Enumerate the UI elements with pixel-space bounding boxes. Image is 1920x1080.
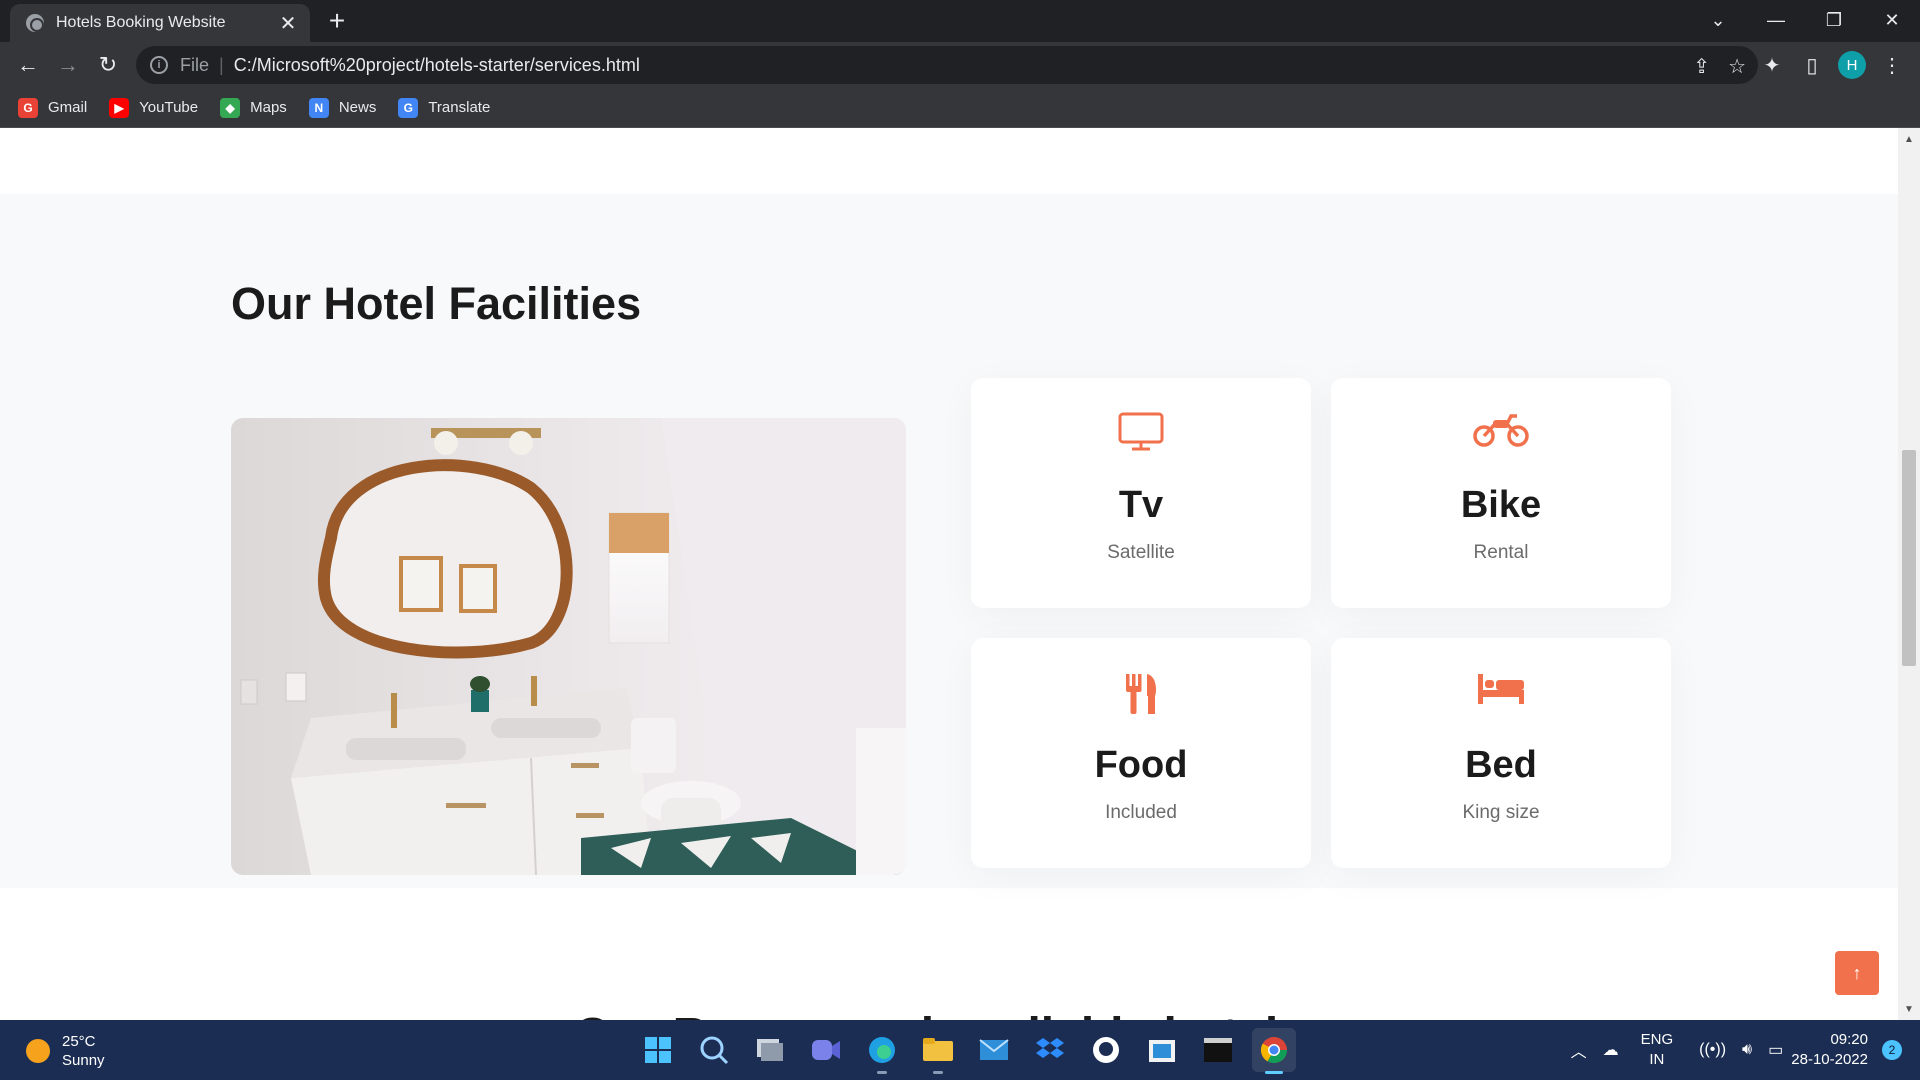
browser-tab[interactable]: Hotels Booking Website ✕ bbox=[10, 4, 310, 42]
bookmark-label: Gmail bbox=[48, 99, 88, 116]
facility-card-bed: Bed King size bbox=[1331, 638, 1671, 868]
bookmark-youtube[interactable]: ▶ YouTube bbox=[109, 97, 199, 118]
restore-button[interactable]: ❐ bbox=[1806, 0, 1862, 40]
language-indicator[interactable]: ENG IN bbox=[1641, 1030, 1674, 1070]
terminal-icon[interactable] bbox=[1196, 1028, 1240, 1072]
bookmark-star-icon[interactable]: ☆ bbox=[1728, 54, 1746, 79]
facility-subtitle: Satellite bbox=[1107, 542, 1175, 563]
url-text[interactable]: C:/Microsoft%20project/hotels-starter/se… bbox=[234, 55, 640, 76]
system-tray: ︿ ☁ ENG IN ((•)) 🔊︎ ▭ 09:20 28-10-2022 2 bbox=[1563, 1020, 1920, 1080]
wifi-icon[interactable]: ((•)) bbox=[1699, 1041, 1726, 1059]
sun-icon bbox=[26, 1039, 50, 1063]
facility-card-food: Food Included bbox=[971, 638, 1311, 868]
back-button[interactable]: ← bbox=[12, 49, 44, 81]
url-separator: | bbox=[219, 54, 224, 75]
temperature: 25°C bbox=[62, 1033, 96, 1050]
lang-code: ENG bbox=[1640, 1031, 1674, 1048]
volume-icon[interactable]: 🔊︎ bbox=[1742, 1041, 1752, 1059]
region-code: IN bbox=[1649, 1051, 1665, 1068]
youtube-icon: ▶ bbox=[109, 97, 130, 118]
share-icon[interactable]: ⇪ bbox=[1693, 54, 1710, 79]
address-bar[interactable]: i File | C:/Microsoft%20project/hotels-s… bbox=[136, 46, 1758, 84]
file-explorer-icon[interactable] bbox=[916, 1028, 960, 1074]
start-button[interactable] bbox=[636, 1028, 680, 1072]
teams-chat-icon[interactable] bbox=[804, 1028, 848, 1072]
close-tab-icon[interactable]: ✕ bbox=[274, 9, 302, 37]
search-icon[interactable] bbox=[692, 1028, 736, 1072]
profile-avatar[interactable]: H bbox=[1838, 51, 1866, 79]
bookmarks-bar: G Gmail ▶ YouTube ◆ Maps N News G Translate bbox=[0, 88, 1920, 128]
scroll-thumb[interactable] bbox=[1902, 450, 1916, 666]
chevron-up-icon[interactable]: ︿ bbox=[1571, 1038, 1587, 1062]
bathroom-photo bbox=[231, 418, 906, 875]
windows-taskbar: 25°C Sunny ︿ ☁ ENG IN ((•)) 🔊︎ ▭ 09:20 2… bbox=[0, 1020, 1920, 1080]
browser-toolbar: ← → ↻ i File | C:/Microsoft%20project/ho… bbox=[0, 42, 1920, 88]
tab-title: Hotels Booking Website bbox=[56, 14, 226, 31]
clock-date: 28-10-2022 bbox=[1791, 1051, 1868, 1068]
bed-icon bbox=[1331, 672, 1671, 720]
facility-title: Bed bbox=[1465, 744, 1537, 786]
bookmark-label: Maps bbox=[250, 99, 287, 116]
facility-subtitle: Rental bbox=[1473, 542, 1529, 563]
url-scheme: File bbox=[180, 54, 210, 75]
tv-icon bbox=[971, 412, 1311, 460]
next-section-title: Our Rooms and available hotels bbox=[574, 1008, 1305, 1020]
close-window-button[interactable]: ✕ bbox=[1864, 0, 1920, 40]
section-title: Our Hotel Facilities bbox=[231, 278, 642, 329]
facility-subtitle: Included bbox=[1105, 802, 1177, 823]
new-tab-button[interactable]: + bbox=[322, 5, 352, 36]
page-viewport: Our Hotel Facilities Tv Satellite Bike R… bbox=[0, 128, 1898, 1020]
scroll-down-arrow-icon[interactable]: ▼ bbox=[1898, 1000, 1920, 1018]
news-icon: N bbox=[308, 97, 329, 118]
bookmark-translate[interactable]: G Translate bbox=[398, 97, 491, 118]
chrome-icon[interactable] bbox=[1252, 1028, 1296, 1074]
scroll-up-arrow-icon[interactable]: ▲ bbox=[1898, 130, 1920, 148]
notification-badge[interactable]: 2 bbox=[1882, 1040, 1902, 1060]
clock[interactable]: 09:20 28-10-2022 bbox=[1791, 1030, 1868, 1070]
edge-icon[interactable] bbox=[860, 1028, 904, 1074]
bookmark-label: News bbox=[338, 99, 377, 116]
task-view-icon[interactable] bbox=[748, 1028, 792, 1072]
gmail-icon: G bbox=[18, 97, 38, 118]
maps-icon: ◆ bbox=[220, 97, 241, 118]
translate-icon: G bbox=[398, 97, 419, 118]
facility-card-tv: Tv Satellite bbox=[971, 378, 1311, 608]
mail-icon[interactable] bbox=[972, 1028, 1016, 1072]
facility-subtitle: King size bbox=[1462, 802, 1540, 823]
facility-card-bike: Bike Rental bbox=[1331, 378, 1671, 608]
reload-button[interactable]: ↻ bbox=[92, 49, 124, 81]
utensils-icon bbox=[971, 672, 1311, 720]
bookmark-news[interactable]: N News bbox=[308, 97, 377, 118]
page-scrollbar[interactable]: ▲ ▼ bbox=[1898, 128, 1920, 1020]
motorcycle-icon bbox=[1331, 412, 1671, 460]
facility-title: Food bbox=[1094, 744, 1188, 786]
forward-button[interactable]: → bbox=[52, 49, 84, 81]
battery-icon[interactable]: ▭ bbox=[1768, 1040, 1783, 1060]
tab-search-icon[interactable]: ⌄ bbox=[1690, 0, 1746, 40]
minimize-button[interactable]: — bbox=[1748, 0, 1804, 40]
clock-time: 09:20 bbox=[1830, 1031, 1868, 1048]
info-icon[interactable]: i bbox=[150, 56, 168, 74]
bookmark-maps[interactable]: ◆ Maps bbox=[220, 97, 287, 118]
dropbox-icon[interactable] bbox=[1028, 1028, 1072, 1072]
weather-widget[interactable]: 25°C Sunny bbox=[26, 1032, 105, 1070]
onedrive-cloud-icon[interactable]: ☁ bbox=[1603, 1040, 1619, 1060]
back-to-top-button[interactable]: ↑ bbox=[1835, 951, 1879, 995]
menu-icon[interactable]: ⋮ bbox=[1878, 51, 1906, 79]
store-icon[interactable] bbox=[1140, 1028, 1184, 1072]
bookmark-label: Translate bbox=[428, 99, 491, 116]
github-icon[interactable] bbox=[1084, 1028, 1128, 1072]
bookmark-label: YouTube bbox=[139, 99, 199, 116]
tab-strip: Hotels Booking Website ✕ + ⌄ — ❐ ✕ bbox=[0, 0, 1920, 42]
side-panel-icon[interactable]: ▯ bbox=[1798, 51, 1826, 79]
facility-title: Tv bbox=[1118, 484, 1164, 526]
globe-icon bbox=[26, 14, 44, 32]
weather-condition: Sunny bbox=[62, 1052, 105, 1069]
bookmark-gmail[interactable]: G Gmail bbox=[18, 97, 88, 118]
facilities-section: Our Hotel Facilities Tv Satellite Bike R… bbox=[0, 194, 1898, 888]
extensions-icon[interactable]: ✦ bbox=[1758, 51, 1786, 79]
facility-title: Bike bbox=[1460, 484, 1542, 526]
